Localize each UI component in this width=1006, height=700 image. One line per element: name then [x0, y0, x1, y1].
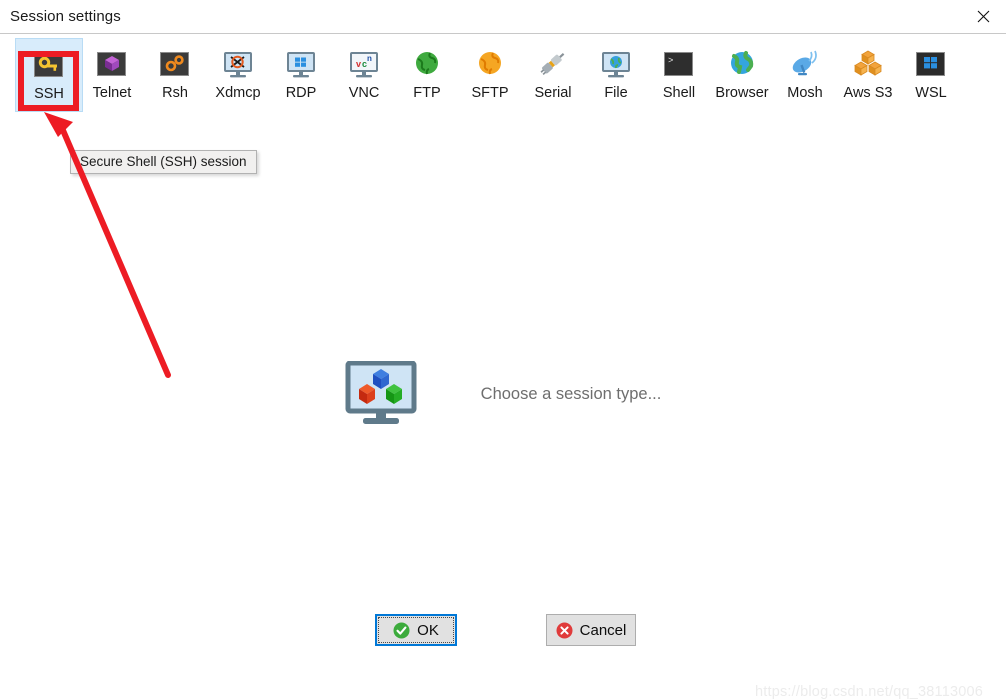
- monitor-cubes-icon: [345, 360, 417, 427]
- session-type-label: SFTP: [471, 85, 509, 101]
- session-type-label: Xdmcp: [215, 85, 261, 101]
- session-type-label: File: [604, 85, 628, 101]
- ok-button[interactable]: OK: [375, 614, 457, 646]
- session-type-shell[interactable]: > Shell: [645, 38, 713, 112]
- mosh-satellite-icon: [789, 48, 821, 80]
- shell-terminal-icon: >: [663, 48, 695, 80]
- ssh-tooltip: Secure Shell (SSH) session: [70, 150, 257, 174]
- title-bar: Session settings: [0, 0, 1006, 33]
- cancel-button[interactable]: Cancel: [546, 614, 636, 646]
- session-type-wsl[interactable]: WSL: [897, 38, 965, 112]
- session-type-label: Serial: [534, 85, 572, 101]
- window-title: Session settings: [10, 8, 121, 25]
- session-type-rsh[interactable]: Rsh: [141, 38, 209, 112]
- session-type-telnet[interactable]: Telnet: [78, 38, 146, 112]
- session-type-label: VNC: [348, 85, 380, 101]
- dialog-body: SSH Telnet Rsh Xdmcp RDP v c n VNC FTP S…: [0, 33, 1006, 700]
- session-placeholder: Choose a session type...: [0, 314, 1006, 474]
- session-type-label: Browser: [715, 85, 769, 101]
- session-type-ssh[interactable]: SSH: [15, 38, 83, 112]
- session-type-label: SSH: [34, 86, 64, 102]
- session-type-label: Mosh: [787, 85, 823, 101]
- session-type-browser[interactable]: Browser: [708, 38, 776, 112]
- svg-text:>: >: [668, 56, 673, 66]
- rdp-monitor-icon: [285, 48, 317, 80]
- session-type-xdmcp[interactable]: Xdmcp: [204, 38, 272, 112]
- session-type-label: Telnet: [92, 85, 132, 101]
- close-button[interactable]: [960, 0, 1006, 32]
- ftp-globe-icon: [411, 48, 443, 80]
- session-type-rdp[interactable]: RDP: [267, 38, 335, 112]
- aws-s3-cubes-icon: [852, 48, 884, 80]
- serial-plug-icon: [537, 48, 569, 80]
- session-settings-dialog: Session settings SSH Telnet Rsh Xdmcp RD…: [0, 0, 1006, 700]
- session-type-label: WSL: [915, 85, 947, 101]
- dialog-button-row: OK Cancel: [0, 614, 1006, 674]
- focus-rectangle: [378, 617, 454, 643]
- svg-text:v: v: [356, 59, 361, 69]
- browser-globe-icon: [726, 48, 758, 80]
- session-type-label: Rsh: [162, 85, 188, 101]
- sftp-globe-icon: [474, 48, 506, 80]
- file-monitor-icon: [600, 48, 632, 80]
- session-type-label: Aws S3: [843, 85, 893, 101]
- svg-text:n: n: [367, 54, 372, 63]
- session-type-ftp[interactable]: FTP: [393, 38, 461, 112]
- close-icon: [977, 10, 990, 23]
- green-check-icon: [393, 622, 410, 639]
- session-type-mosh[interactable]: Mosh: [771, 38, 839, 112]
- placeholder-text: Choose a session type...: [480, 384, 662, 403]
- session-type-label: Shell: [662, 85, 696, 101]
- session-type-serial[interactable]: Serial: [519, 38, 587, 112]
- cancel-button-label: Cancel: [579, 621, 627, 639]
- xdmcp-monitor-icon: [222, 48, 254, 80]
- session-type-vnc[interactable]: v c n VNC: [330, 38, 398, 112]
- wsl-windows-icon: [915, 48, 947, 80]
- telnet-cube-icon: [96, 48, 128, 80]
- session-type-file[interactable]: File: [582, 38, 650, 112]
- session-type-label: RDP: [285, 85, 317, 101]
- ssh-key-icon: [33, 49, 65, 81]
- rsh-gears-icon: [159, 48, 191, 80]
- vnc-monitor-icon: v c n: [348, 48, 380, 80]
- session-type-label: FTP: [413, 85, 441, 101]
- watermark-text: https://blog.csdn.net/qq_38113006: [755, 684, 984, 700]
- red-x-icon: [556, 622, 573, 639]
- ok-button-label: OK: [417, 621, 439, 639]
- session-type-aws-s3[interactable]: Aws S3: [834, 38, 902, 112]
- session-type-sftp[interactable]: SFTP: [456, 38, 524, 112]
- session-type-toolbar: SSH Telnet Rsh Xdmcp RDP v c n VNC FTP S…: [0, 34, 1006, 116]
